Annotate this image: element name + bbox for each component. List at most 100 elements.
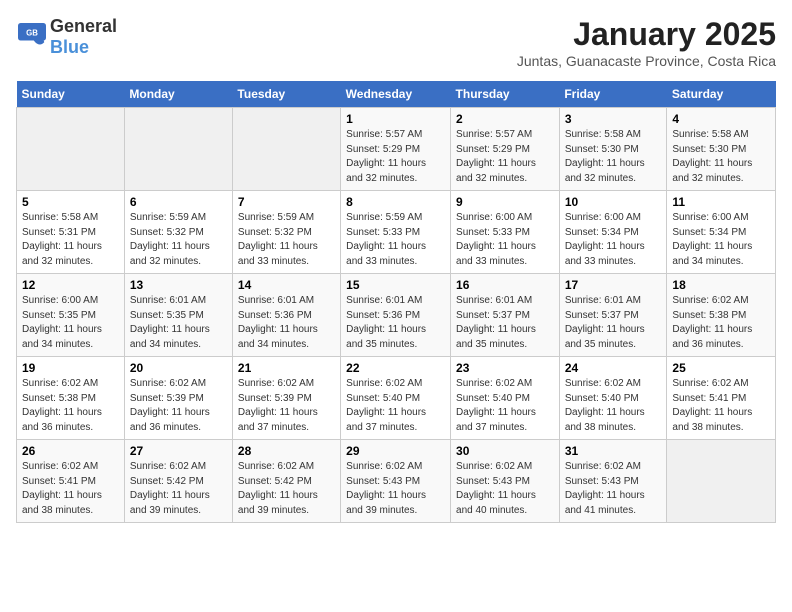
week-row-3: 12 Sunrise: 6:00 AM Sunset: 5:35 PM Dayli… xyxy=(17,274,776,357)
day-cell xyxy=(17,108,125,191)
day-cell: 13Sunrise: 6:01 AM Sunset: 5:35 PM Dayli… xyxy=(124,274,232,357)
day-header-wednesday: Wednesday xyxy=(341,81,451,108)
day-number: 3 xyxy=(565,112,662,126)
day-number: 1 xyxy=(346,112,445,126)
day-number: 25 xyxy=(672,361,770,375)
day-info: Sunrise: 6:02 AM Sunset: 5:42 PM Dayligh… xyxy=(130,460,227,518)
day-info: Sunrise: 6:02 AM Sunset: 5:43 PM Dayligh… xyxy=(456,460,554,518)
day-header-saturday: Saturday xyxy=(667,81,776,108)
day-cell: 9Sunrise: 6:00 AM Sunset: 5:33 PM Daylig… xyxy=(451,191,560,274)
day-info: Sunrise: 6:02 AM Sunset: 5:38 PM Dayligh… xyxy=(672,294,770,352)
day-number: 2 xyxy=(456,112,554,126)
day-header-sunday: Sunday xyxy=(17,81,125,108)
day-number: 8 xyxy=(346,195,445,209)
day-number: 9 xyxy=(456,195,554,209)
day-header-tuesday: Tuesday xyxy=(232,81,340,108)
day-info: Sunrise: 6:02 AM Sunset: 5:41 PM Dayligh… xyxy=(22,460,119,518)
day-cell: 15 Sunrise: 6:01 AM Sunset: 5:36 PM Dayli… xyxy=(341,274,451,357)
day-cell: 7Sunrise: 5:59 AM Sunset: 5:32 PM Daylig… xyxy=(232,191,340,274)
days-header-row: SundayMondayTuesdayWednesdayThursdayFrid… xyxy=(17,81,776,108)
day-info: Sunrise: 6:02 AM Sunset: 5:40 PM Dayligh… xyxy=(565,377,662,435)
day-number: 20 xyxy=(130,361,227,375)
logo-general: General xyxy=(50,16,117,36)
day-cell: 27 Sunrise: 6:02 AM Sunset: 5:42 PM Dayli… xyxy=(124,440,232,523)
day-info: Sunrise: 6:01 AM Sunset: 5:36 PM Dayligh… xyxy=(238,294,335,352)
week-row-4: 19 Sunrise: 6:02 AM Sunset: 5:38 PM Dayli… xyxy=(17,357,776,440)
day-info: Sunrise: 5:58 AM Sunset: 5:31 PM Dayligh… xyxy=(22,211,119,269)
day-cell: 19 Sunrise: 6:02 AM Sunset: 5:38 PM Dayli… xyxy=(17,357,125,440)
day-number: 10 xyxy=(565,195,662,209)
logo-blue: Blue xyxy=(50,37,89,57)
day-number: 16 xyxy=(456,278,554,292)
day-info: Sunrise: 6:02 AM Sunset: 5:42 PM Dayligh… xyxy=(238,460,335,518)
day-cell: 29 Sunrise: 6:02 AM Sunset: 5:43 PM Dayli… xyxy=(341,440,451,523)
day-number: 22 xyxy=(346,361,445,375)
day-info: Sunrise: 6:00 AM Sunset: 5:34 PM Dayligh… xyxy=(672,211,770,269)
day-info: Sunrise: 6:02 AM Sunset: 5:40 PM Dayligh… xyxy=(346,377,445,435)
day-cell: 16 Sunrise: 6:01 AM Sunset: 5:37 PM Dayli… xyxy=(451,274,560,357)
day-cell: 22 Sunrise: 6:02 AM Sunset: 5:40 PM Dayli… xyxy=(341,357,451,440)
day-cell: 1Sunrise: 5:57 AM Sunset: 5:29 PM Daylig… xyxy=(341,108,451,191)
day-number: 29 xyxy=(346,444,445,458)
day-info: Sunrise: 6:01 AM Sunset: 5:36 PM Dayligh… xyxy=(346,294,445,352)
day-number: 26 xyxy=(22,444,119,458)
day-header-friday: Friday xyxy=(559,81,667,108)
day-cell: 24 Sunrise: 6:02 AM Sunset: 5:40 PM Dayli… xyxy=(559,357,667,440)
day-number: 30 xyxy=(456,444,554,458)
day-info: Sunrise: 6:02 AM Sunset: 5:41 PM Dayligh… xyxy=(672,377,770,435)
day-info: Sunrise: 5:58 AM Sunset: 5:30 PM Dayligh… xyxy=(672,128,770,186)
day-cell: 20Sunrise: 6:02 AM Sunset: 5:39 PM Dayli… xyxy=(124,357,232,440)
day-info: Sunrise: 6:02 AM Sunset: 5:40 PM Dayligh… xyxy=(456,377,554,435)
day-info: Sunrise: 6:00 AM Sunset: 5:34 PM Dayligh… xyxy=(565,211,662,269)
week-row-2: 5 Sunrise: 5:58 AM Sunset: 5:31 PM Daylig… xyxy=(17,191,776,274)
day-info: Sunrise: 6:01 AM Sunset: 5:35 PM Dayligh… xyxy=(130,294,227,352)
day-cell xyxy=(667,440,776,523)
day-info: Sunrise: 6:02 AM Sunset: 5:43 PM Dayligh… xyxy=(346,460,445,518)
day-cell: 30 Sunrise: 6:02 AM Sunset: 5:43 PM Dayli… xyxy=(451,440,560,523)
day-cell: 23 Sunrise: 6:02 AM Sunset: 5:40 PM Dayli… xyxy=(451,357,560,440)
day-cell: 26 Sunrise: 6:02 AM Sunset: 5:41 PM Dayli… xyxy=(17,440,125,523)
logo-icon: GB xyxy=(18,23,46,51)
day-cell: 4Sunrise: 5:58 AM Sunset: 5:30 PM Daylig… xyxy=(667,108,776,191)
day-number: 31 xyxy=(565,444,662,458)
logo: GB General Blue xyxy=(16,16,117,58)
day-cell: 17Sunrise: 6:01 AM Sunset: 5:37 PM Dayli… xyxy=(559,274,667,357)
day-info: Sunrise: 5:59 AM Sunset: 5:32 PM Dayligh… xyxy=(130,211,227,269)
day-info: Sunrise: 6:01 AM Sunset: 5:37 PM Dayligh… xyxy=(565,294,662,352)
day-info: Sunrise: 6:01 AM Sunset: 5:37 PM Dayligh… xyxy=(456,294,554,352)
day-cell: 5 Sunrise: 5:58 AM Sunset: 5:31 PM Daylig… xyxy=(17,191,125,274)
day-number: 28 xyxy=(238,444,335,458)
day-info: Sunrise: 5:58 AM Sunset: 5:30 PM Dayligh… xyxy=(565,128,662,186)
day-number: 15 xyxy=(346,278,445,292)
svg-text:GB: GB xyxy=(26,28,38,37)
location-subtitle: Juntas, Guanacaste Province, Costa Rica xyxy=(517,53,776,69)
day-info: Sunrise: 6:02 AM Sunset: 5:39 PM Dayligh… xyxy=(238,377,335,435)
day-number: 11 xyxy=(672,195,770,209)
day-cell xyxy=(232,108,340,191)
day-info: Sunrise: 6:00 AM Sunset: 5:35 PM Dayligh… xyxy=(22,294,119,352)
day-number: 7 xyxy=(238,195,335,209)
calendar-table: SundayMondayTuesdayWednesdayThursdayFrid… xyxy=(16,81,776,523)
day-cell: 28 Sunrise: 6:02 AM Sunset: 5:42 PM Dayli… xyxy=(232,440,340,523)
day-number: 23 xyxy=(456,361,554,375)
day-number: 5 xyxy=(22,195,119,209)
day-header-thursday: Thursday xyxy=(451,81,560,108)
day-number: 12 xyxy=(22,278,119,292)
day-cell: 12 Sunrise: 6:00 AM Sunset: 5:35 PM Dayli… xyxy=(17,274,125,357)
day-info: Sunrise: 6:02 AM Sunset: 5:43 PM Dayligh… xyxy=(565,460,662,518)
day-info: Sunrise: 6:02 AM Sunset: 5:38 PM Dayligh… xyxy=(22,377,119,435)
month-title: January 2025 xyxy=(517,16,776,53)
title-block: January 2025 Juntas, Guanacaste Province… xyxy=(517,16,776,69)
day-cell: 6 Sunrise: 5:59 AM Sunset: 5:32 PM Daylig… xyxy=(124,191,232,274)
day-cell: 21 Sunrise: 6:02 AM Sunset: 5:39 PM Dayli… xyxy=(232,357,340,440)
day-cell: 8 Sunrise: 5:59 AM Sunset: 5:33 PM Daylig… xyxy=(341,191,451,274)
day-cell: 2Sunrise: 5:57 AM Sunset: 5:29 PM Daylig… xyxy=(451,108,560,191)
day-number: 19 xyxy=(22,361,119,375)
day-number: 21 xyxy=(238,361,335,375)
day-number: 18 xyxy=(672,278,770,292)
day-number: 24 xyxy=(565,361,662,375)
day-number: 6 xyxy=(130,195,227,209)
day-info: Sunrise: 5:59 AM Sunset: 5:33 PM Dayligh… xyxy=(346,211,445,269)
day-number: 27 xyxy=(130,444,227,458)
week-row-1: 1Sunrise: 5:57 AM Sunset: 5:29 PM Daylig… xyxy=(17,108,776,191)
